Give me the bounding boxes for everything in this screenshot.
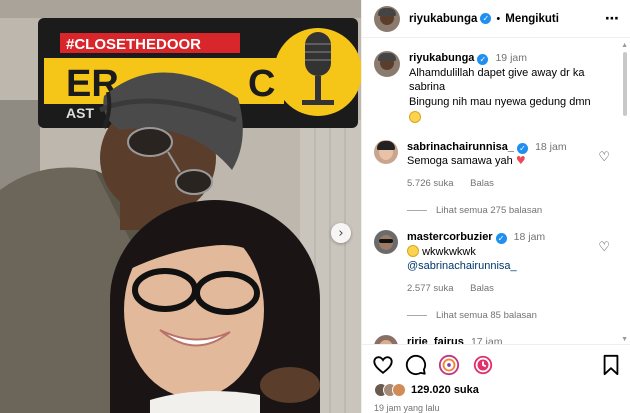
comment-username[interactable]: ririe_fairus <box>407 336 464 344</box>
comment-time[interactable]: 18 jam <box>535 141 567 153</box>
share-story-icon[interactable] <box>472 354 494 376</box>
laughing-emoji-icon <box>407 244 419 257</box>
verified-badge-icon: ✓ <box>495 233 507 244</box>
view-replies-button[interactable]: Lihat semua 85 balasan <box>407 310 614 321</box>
caption-avatar[interactable] <box>374 51 400 77</box>
liker-avatar <box>392 383 406 397</box>
comments-list: riyukabunga ✓ 19 jam Alhamdulillah dapet … <box>362 39 624 344</box>
comment-username[interactable]: mastercorbuzier <box>407 231 493 243</box>
smile-emoji-icon <box>409 111 421 123</box>
reply-button[interactable]: Balas <box>470 283 494 294</box>
verified-badge-icon: ✓ <box>480 13 492 24</box>
author-avatar[interactable] <box>374 5 400 32</box>
photo-illustration: #CLOSETHEDOOR ER CO AST <box>0 0 361 413</box>
caption-line-3: Bingung nih mau nyewa gedung dmn <box>409 95 591 108</box>
view-replies-button[interactable]: Lihat semua 275 balasan <box>407 205 614 216</box>
verified-badge-icon: ✓ <box>517 142 528 154</box>
comment-time[interactable]: 18 jam <box>514 231 546 243</box>
post-header: riyukabunga ✓ • Mengikuti ⋯ <box>362 0 630 38</box>
author-username[interactable]: riyukabunga <box>409 13 477 25</box>
comment-time[interactable]: 17 jam <box>471 336 503 344</box>
commenter-avatar[interactable] <box>374 335 398 344</box>
comment-mention-link[interactable]: @sabrinachairunnisa_ <box>407 259 614 274</box>
like-heart-icon[interactable] <box>372 354 394 376</box>
comment-text: wkwkwkwk <box>422 245 476 258</box>
commenter-avatar[interactable] <box>374 139 398 164</box>
replies-divider <box>407 210 427 211</box>
like-comment-heart-icon[interactable]: ♡ <box>598 150 610 165</box>
comment-text: Semoga samawa yah <box>407 155 513 167</box>
view-replies-label[interactable]: Lihat semua 85 balasan <box>436 310 537 321</box>
reels-remix-icon[interactable] <box>438 354 460 376</box>
sign-text-top: #CLOSETHEDOOR <box>66 36 201 53</box>
likes-summary[interactable]: 129.020 suka <box>374 383 479 397</box>
reply-button[interactable]: Balas <box>470 178 494 189</box>
commenter-avatar[interactable] <box>374 230 398 254</box>
caption-line-1: Alhamdulillah dapet give away dr ka <box>409 66 585 79</box>
comment-item: mastercorbuzier ✓ 18 jam wkwkwkwk @sabrin… <box>374 230 614 296</box>
comment-item: sabrinachairunnisa_ ✓ 18 jam Semoga samaw… <box>374 139 614 192</box>
comment-username[interactable]: sabrinachairunnisa_ <box>407 141 514 153</box>
view-replies-label[interactable]: Lihat semua 275 balasan <box>436 205 542 216</box>
following-button[interactable]: Mengikuti <box>505 13 559 25</box>
caption-time[interactable]: 19 jam <box>495 52 527 64</box>
replies-divider <box>407 315 427 316</box>
verified-badge-icon: ✓ <box>477 54 489 65</box>
like-comment-heart-icon[interactable]: ♡ <box>598 240 610 255</box>
comment-item: ririe_fairus 17 jam <box>374 335 614 344</box>
post-side-panel: riyukabunga ✓ • Mengikuti ⋯ ▲ ▼ riyukabu… <box>361 0 630 413</box>
comment-bubble-icon[interactable] <box>405 354 427 376</box>
more-options-icon[interactable]: ⋯ <box>605 11 620 27</box>
comment-like-count[interactable]: 2.577 suka <box>407 283 453 294</box>
caption-username[interactable]: riyukabunga <box>409 52 474 64</box>
caption: riyukabunga ✓ 19 jam Alhamdulillah dapet … <box>374 51 614 126</box>
comment-like-count[interactable]: 5.726 suka <box>407 178 453 189</box>
save-bookmark-icon[interactable] <box>601 354 621 376</box>
caption-line-2: sabrina <box>409 81 446 93</box>
post-actions: 129.020 suka 19 jam yang lalu <box>362 344 630 413</box>
post-timestamp[interactable]: 19 jam yang lalu <box>374 403 440 413</box>
post-photo: #CLOSETHEDOOR ER CO AST <box>0 0 361 413</box>
sign-text-bottom: AST <box>66 105 94 121</box>
likes-count[interactable]: 129.020 suka <box>411 384 479 396</box>
next-photo-button[interactable]: › <box>331 223 351 243</box>
header-separator: • <box>496 12 501 25</box>
red-heart-emoji-icon: ♥ <box>515 154 526 167</box>
